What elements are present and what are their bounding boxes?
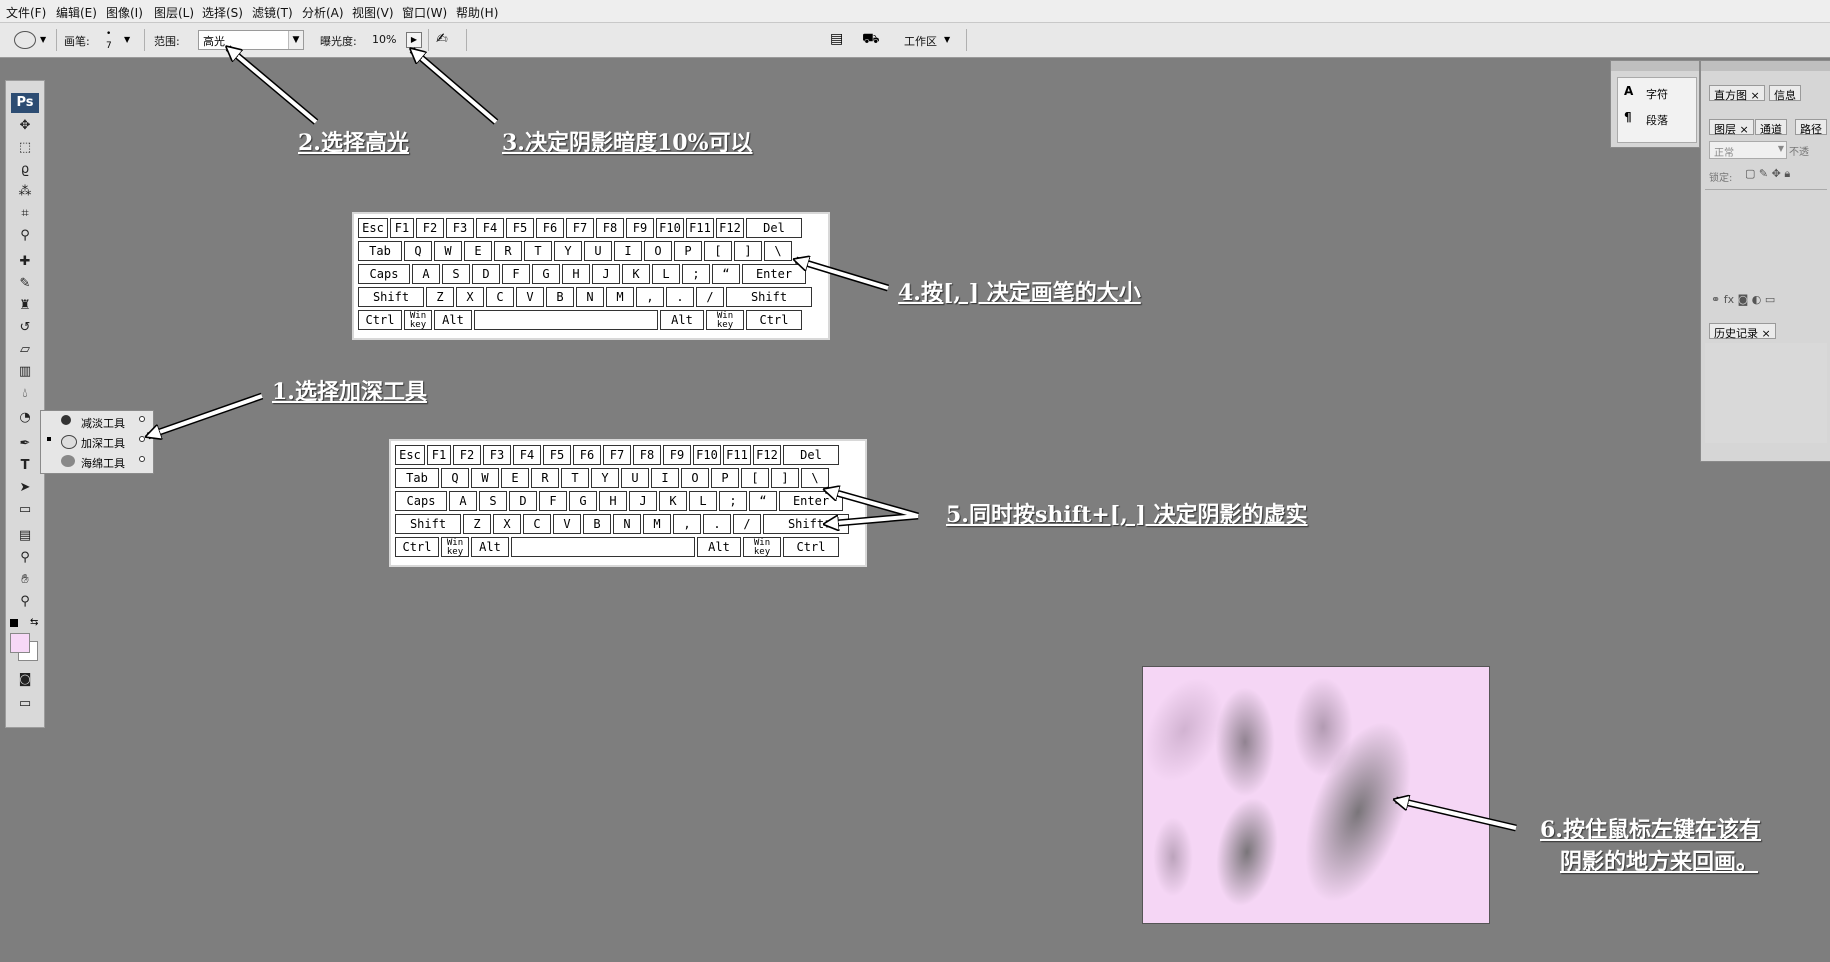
arrow-to-range bbox=[228, 48, 318, 124]
annotation-1: 1.选择加深工具 bbox=[272, 379, 427, 405]
arrow-to-exposure bbox=[412, 50, 498, 124]
annotation-6-line2: 阴影的地方来回画。 bbox=[1560, 849, 1759, 875]
arrow-to-canvas bbox=[1396, 800, 1517, 830]
annotation-6-line1: 6.按住鼠标左键在该有 bbox=[1540, 817, 1761, 843]
arrow-to-brackets-2 bbox=[826, 490, 919, 518]
annotation-3: 3.决定阴影暗度10%可以 bbox=[502, 130, 753, 156]
annotation-2: 2.选择高光 bbox=[298, 130, 409, 156]
arrow-to-burn-tool bbox=[148, 394, 263, 436]
arrow-to-bracket-keys bbox=[796, 260, 889, 290]
annotation-4: 4.按[, ] 决定画笔的大小 bbox=[898, 280, 1141, 306]
annotation-5: 5.同时按shift+[, ] 决定阴影的虚实 bbox=[946, 502, 1308, 528]
